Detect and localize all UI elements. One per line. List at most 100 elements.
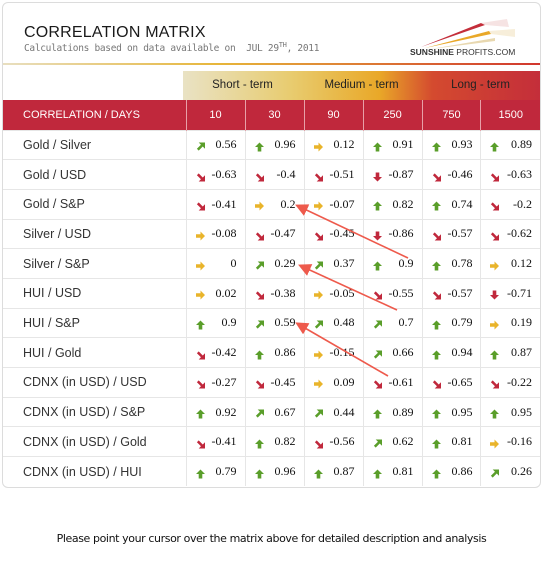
correlation-cell[interactable]: 0.9 — [362, 248, 422, 279]
correlation-cell[interactable]: 0.66 — [362, 337, 422, 368]
correlation-cell[interactable]: 0.82 — [362, 188, 422, 220]
correlation-table[interactable]: CORRELATION / DAYS 10 30 90 250 750 1500… — [3, 100, 540, 487]
table-row[interactable]: Silver / USD -0.08 -0.47 -0.45 -0.86 -0.57 -0.… — [3, 218, 540, 249]
correlation-cell[interactable]: 0.7 — [362, 307, 422, 338]
correlation-cell[interactable]: -0.05 — [303, 277, 364, 309]
correlation-cell[interactable]: 0.87 — [303, 456, 364, 487]
correlation-cell[interactable]: 0.86 — [421, 456, 481, 487]
correlation-cell[interactable]: -0.42 — [185, 337, 246, 368]
correlation-cell[interactable]: -0.56 — [303, 426, 364, 457]
correlation-cell[interactable]: -0.45 — [244, 367, 305, 398]
correlation-cell[interactable]: 0.95 — [480, 396, 540, 427]
correlation-cell[interactable]: 0.37 — [303, 248, 364, 279]
correlation-cell[interactable]: 0.87 — [480, 337, 540, 368]
correlation-cell[interactable]: -0.63 — [480, 159, 540, 190]
correlation-cell[interactable]: -0.08 — [185, 218, 246, 249]
correlation-cell[interactable]: 0.62 — [362, 426, 422, 457]
arrow-down-right-icon — [196, 378, 205, 389]
correlation-cell[interactable]: -0.71 — [480, 277, 540, 309]
correlation-value: 0.82 — [392, 196, 414, 211]
correlation-cell[interactable]: 0.12 — [480, 248, 540, 279]
correlation-cell[interactable]: 0.79 — [185, 456, 246, 487]
correlation-cell[interactable]: -0.62 — [480, 218, 540, 249]
correlation-value: -0.4 — [276, 167, 296, 182]
correlation-cell[interactable]: 0.94 — [421, 337, 481, 368]
correlation-cell[interactable]: -0.47 — [244, 218, 305, 249]
correlation-cell[interactable]: 0.82 — [244, 426, 305, 457]
table-row[interactable]: HUI / S&P 0.9 0.59 0.48 0.7 0.79 0.19 — [3, 307, 540, 338]
correlation-cell[interactable]: -0.41 — [185, 188, 246, 220]
correlation-cell[interactable]: 0.92 — [185, 396, 246, 427]
table-row[interactable]: HUI / Gold -0.42 0.86 -0.15 0.66 0.94 0.87 — [3, 337, 540, 368]
correlation-cell[interactable]: 0.56 — [185, 129, 246, 160]
correlation-cell[interactable]: -0.4 — [244, 159, 305, 190]
correlation-value: -0.62 — [507, 226, 532, 241]
correlation-cell[interactable]: 0.19 — [480, 307, 540, 338]
correlation-cell[interactable]: 0 — [185, 248, 246, 279]
correlation-cell[interactable]: -0.86 — [362, 218, 422, 249]
arrow-up-icon — [372, 140, 382, 152]
correlation-cell[interactable]: 0.74 — [421, 188, 481, 220]
table-row[interactable]: CDNX (in USD) / HUI 0.79 0.96 0.87 0.81 0.86 0… — [3, 456, 540, 487]
correlation-cell[interactable]: 0.93 — [421, 129, 481, 160]
correlation-cell[interactable]: -0.46 — [421, 159, 481, 190]
correlation-cell[interactable]: -0.65 — [421, 367, 481, 398]
correlation-value: -0.27 — [211, 374, 237, 389]
correlation-cell[interactable]: 0.96 — [244, 456, 305, 487]
correlation-cell[interactable]: -0.57 — [421, 277, 481, 309]
correlation-cell[interactable]: -0.55 — [362, 277, 422, 309]
arrow-down-right-icon — [196, 170, 205, 182]
correlation-cell[interactable]: -0.41 — [185, 426, 246, 457]
pair-label: CDNX (in USD) / S&P — [3, 396, 187, 427]
correlation-cell[interactable]: -0.16 — [480, 426, 540, 457]
correlation-cell[interactable]: -0.61 — [362, 367, 422, 398]
correlation-cell[interactable]: 0.95 — [421, 396, 481, 427]
arrow-right-icon — [313, 289, 323, 300]
correlation-cell[interactable]: 0.02 — [185, 277, 246, 309]
correlation-cell[interactable]: -0.38 — [244, 277, 305, 309]
correlation-cell[interactable]: -0.63 — [185, 159, 246, 190]
correlation-cell[interactable]: 0.59 — [244, 307, 305, 338]
correlation-value: 0.79 — [451, 315, 473, 330]
arrow-up-icon — [254, 437, 264, 449]
correlation-cell[interactable]: 0.81 — [362, 456, 422, 487]
correlation-cell[interactable]: -0.57 — [421, 218, 481, 249]
correlation-cell[interactable]: -0.45 — [303, 218, 364, 249]
correlation-cell[interactable]: 0.09 — [303, 367, 364, 398]
table-row[interactable]: CDNX (in USD) / USD -0.27 -0.45 0.09 -0.61 -0… — [3, 367, 540, 398]
correlation-cell[interactable]: -0.2 — [480, 188, 540, 220]
correlation-cell[interactable]: 0.91 — [362, 129, 422, 160]
correlation-cell[interactable]: 0.26 — [480, 456, 540, 487]
table-row[interactable]: Gold / S&P -0.41 0.2 -0.07 0.82 0.74 -0.2 — [3, 188, 540, 220]
correlation-cell[interactable]: 0.79 — [421, 307, 481, 338]
table-row[interactable]: Gold / Silver 0.56 0.96 0.12 0.91 0.93 0.89 — [3, 129, 540, 160]
correlation-cell[interactable]: 0.44 — [303, 396, 364, 427]
correlation-cell[interactable]: 0.78 — [421, 248, 481, 279]
correlation-cell[interactable]: -0.51 — [303, 159, 364, 190]
table-row[interactable]: Gold / USD -0.63 -0.4 -0.51 -0.87 -0.46 -0.63 — [3, 159, 540, 190]
correlation-cell[interactable]: 0.2 — [244, 188, 305, 220]
correlation-cell[interactable]: 0.86 — [244, 337, 305, 368]
correlation-cell[interactable]: 0.96 — [244, 129, 305, 160]
correlation-value: -0.45 — [270, 374, 296, 389]
arrow-down-icon — [490, 289, 500, 300]
table-row[interactable]: CDNX (in USD) / Gold -0.41 0.82 -0.56 0.62 0.… — [3, 426, 540, 457]
correlation-cell[interactable]: 0.89 — [362, 396, 422, 427]
correlation-cell[interactable]: 0.67 — [244, 396, 305, 427]
table-row[interactable]: Silver / S&P 0 0.29 0.37 0.9 0.78 0.12 — [3, 248, 540, 279]
correlation-cell[interactable]: 0.81 — [421, 426, 481, 457]
correlation-cell[interactable]: -0.22 — [480, 367, 540, 398]
correlation-cell[interactable]: -0.15 — [303, 337, 364, 368]
correlation-cell[interactable]: 0.12 — [303, 129, 364, 160]
correlation-cell[interactable]: -0.27 — [185, 367, 246, 398]
arrow-up-icon — [195, 408, 205, 419]
correlation-cell[interactable]: -0.07 — [303, 188, 364, 220]
correlation-cell[interactable]: 0.89 — [480, 129, 540, 160]
table-row[interactable]: CDNX (in USD) / S&P 0.92 0.67 0.44 0.89 0.95 0… — [3, 396, 540, 427]
correlation-cell[interactable]: -0.87 — [362, 159, 422, 190]
correlation-cell[interactable]: 0.29 — [244, 248, 305, 279]
arrow-up-right-icon — [196, 140, 205, 151]
correlation-cell[interactable]: 0.9 — [185, 307, 246, 338]
table-row[interactable]: HUI / USD 0.02 -0.38 -0.05 -0.55 -0.57 -0.71 — [3, 277, 540, 309]
correlation-cell[interactable]: 0.48 — [303, 307, 364, 338]
